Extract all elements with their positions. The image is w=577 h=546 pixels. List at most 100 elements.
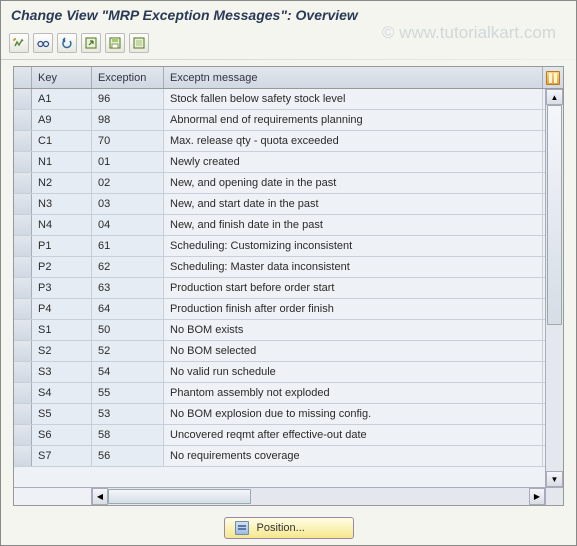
cell-message[interactable]: Phantom assembly not exploded	[164, 383, 543, 403]
cell-message[interactable]: New, and opening date in the past	[164, 173, 543, 193]
hscroll-thumb[interactable]	[108, 489, 251, 504]
scroll-thumb[interactable]	[547, 105, 562, 325]
cell-exception[interactable]: 56	[92, 446, 164, 466]
cell-exception[interactable]: 98	[92, 110, 164, 130]
cell-message[interactable]: New, and start date in the past	[164, 194, 543, 214]
cell-message[interactable]: Stock fallen below safety stock level	[164, 89, 543, 109]
cell-exception[interactable]: 50	[92, 320, 164, 340]
scroll-right-icon[interactable]: ▶	[529, 488, 545, 505]
horizontal-scrollbar[interactable]: ◀ ▶	[14, 487, 563, 505]
cell-message[interactable]: Uncovered reqmt after effective-out date	[164, 425, 543, 445]
cell-exception[interactable]: 52	[92, 341, 164, 361]
scroll-track[interactable]	[546, 105, 563, 471]
cell-exception[interactable]: 03	[92, 194, 164, 214]
row-selector[interactable]	[14, 341, 32, 361]
cell-message[interactable]: Scheduling: Customizing inconsistent	[164, 236, 543, 256]
cell-exception[interactable]: 62	[92, 257, 164, 277]
cell-key[interactable]: P1	[32, 236, 92, 256]
scroll-down-icon[interactable]: ▼	[546, 471, 563, 487]
footer: Position...	[1, 517, 576, 539]
header-select-all[interactable]	[14, 67, 32, 88]
table-row: P464Production finish after order finish	[14, 299, 563, 320]
header-exception[interactable]: Exception	[92, 67, 164, 88]
row-selector[interactable]	[14, 194, 32, 214]
row-selector[interactable]	[14, 89, 32, 109]
other-view-icon	[12, 36, 26, 50]
cell-message[interactable]: No valid run schedule	[164, 362, 543, 382]
row-selector[interactable]	[14, 446, 32, 466]
row-selector[interactable]	[14, 236, 32, 256]
cell-key[interactable]: A1	[32, 89, 92, 109]
table-row: S354No valid run schedule	[14, 362, 563, 383]
cell-exception[interactable]: 55	[92, 383, 164, 403]
vertical-scrollbar[interactable]: ▲ ▼	[545, 89, 563, 487]
table-row: S553No BOM explosion due to missing conf…	[14, 404, 563, 425]
cell-message[interactable]: Production finish after order finish	[164, 299, 543, 319]
row-selector[interactable]	[14, 131, 32, 151]
cell-exception[interactable]: 70	[92, 131, 164, 151]
cell-message[interactable]: New, and finish date in the past	[164, 215, 543, 235]
row-selector[interactable]	[14, 152, 32, 172]
cell-exception[interactable]: 04	[92, 215, 164, 235]
cell-key[interactable]: S2	[32, 341, 92, 361]
cell-exception[interactable]: 63	[92, 278, 164, 298]
row-selector[interactable]	[14, 383, 32, 403]
cell-exception[interactable]: 53	[92, 404, 164, 424]
cell-exception[interactable]: 54	[92, 362, 164, 382]
scroll-up-icon[interactable]: ▲	[546, 89, 563, 105]
cell-key[interactable]: S7	[32, 446, 92, 466]
cell-key[interactable]: N1	[32, 152, 92, 172]
toolbar-save-button[interactable]	[105, 33, 125, 53]
cell-exception[interactable]: 61	[92, 236, 164, 256]
row-selector[interactable]	[14, 404, 32, 424]
cell-key[interactable]: N2	[32, 173, 92, 193]
toolbar-expand-button[interactable]	[81, 33, 101, 53]
row-selector[interactable]	[14, 215, 32, 235]
cell-exception[interactable]: 01	[92, 152, 164, 172]
row-selector[interactable]	[14, 173, 32, 193]
cell-key[interactable]: P2	[32, 257, 92, 277]
toolbar-select-all-button[interactable]	[129, 33, 149, 53]
cell-key[interactable]: C1	[32, 131, 92, 151]
cell-message[interactable]: No BOM explosion due to missing config.	[164, 404, 543, 424]
position-button[interactable]: Position...	[224, 517, 354, 539]
row-selector[interactable]	[14, 320, 32, 340]
cell-key[interactable]: P3	[32, 278, 92, 298]
cell-message[interactable]: Abnormal end of requirements planning	[164, 110, 543, 130]
cell-message[interactable]: Newly created	[164, 152, 543, 172]
toolbar-display-button[interactable]	[33, 33, 53, 53]
cell-key[interactable]: S6	[32, 425, 92, 445]
cell-key[interactable]: S1	[32, 320, 92, 340]
cell-key[interactable]: S5	[32, 404, 92, 424]
hscroll-track[interactable]	[108, 488, 529, 505]
cell-exception[interactable]: 58	[92, 425, 164, 445]
cell-message[interactable]: No requirements coverage	[164, 446, 543, 466]
cell-exception[interactable]: 02	[92, 173, 164, 193]
cell-key[interactable]: A9	[32, 110, 92, 130]
cell-message[interactable]: Scheduling: Master data inconsistent	[164, 257, 543, 277]
row-selector[interactable]	[14, 110, 32, 130]
row-selector[interactable]	[14, 299, 32, 319]
row-selector[interactable]	[14, 278, 32, 298]
cell-message[interactable]: No BOM exists	[164, 320, 543, 340]
toolbar-other-view-button[interactable]	[9, 33, 29, 53]
cell-message[interactable]: Production start before order start	[164, 278, 543, 298]
row-selector[interactable]	[14, 362, 32, 382]
table: Key Exception Exceptn message A196Stock …	[13, 66, 564, 506]
cell-exception[interactable]: 64	[92, 299, 164, 319]
header-config-button[interactable]	[543, 67, 563, 88]
cell-message[interactable]: No BOM selected	[164, 341, 543, 361]
cell-message[interactable]: Max. release qty - quota exceeded	[164, 131, 543, 151]
cell-exception[interactable]: 96	[92, 89, 164, 109]
toolbar-undo-button[interactable]	[57, 33, 77, 53]
scroll-left-icon[interactable]: ◀	[92, 488, 108, 505]
row-selector[interactable]	[14, 425, 32, 445]
header-message[interactable]: Exceptn message	[164, 67, 543, 88]
cell-key[interactable]: N3	[32, 194, 92, 214]
cell-key[interactable]: S3	[32, 362, 92, 382]
header-key[interactable]: Key	[32, 67, 92, 88]
cell-key[interactable]: P4	[32, 299, 92, 319]
cell-key[interactable]: N4	[32, 215, 92, 235]
cell-key[interactable]: S4	[32, 383, 92, 403]
row-selector[interactable]	[14, 257, 32, 277]
